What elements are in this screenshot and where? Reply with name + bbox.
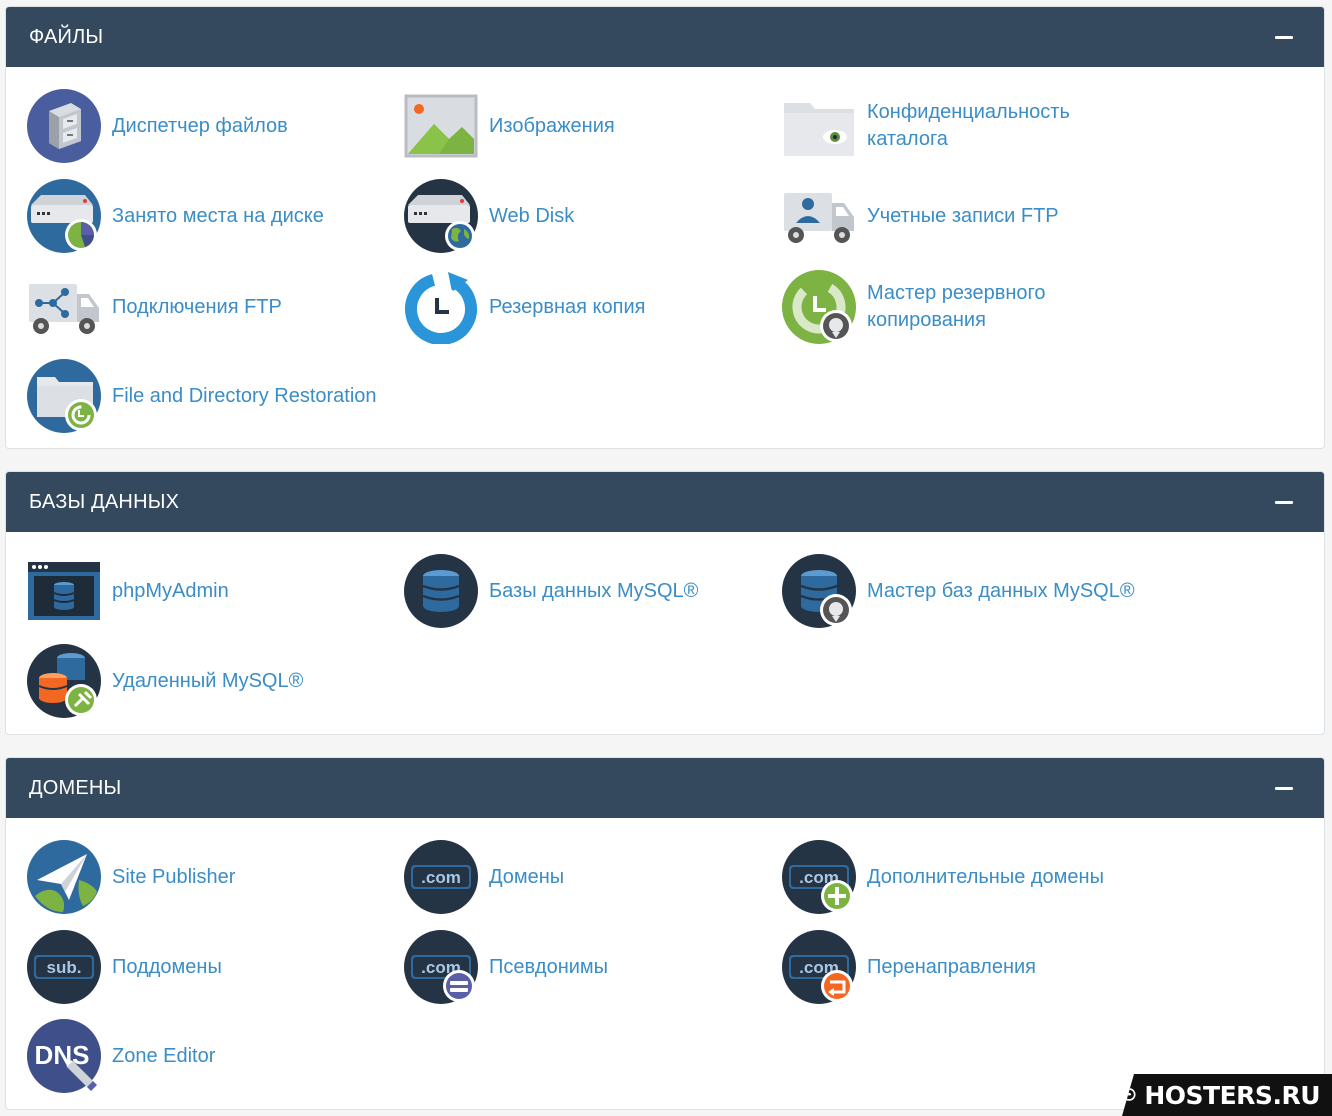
svg-text:.com: .com xyxy=(421,868,461,887)
item-label: phpMyAdmin xyxy=(112,579,229,602)
collapse-button[interactable] xyxy=(1274,27,1294,47)
item-label: Site Publisher xyxy=(112,865,236,888)
panel-title: БАЗЫ ДАННЫХ xyxy=(29,490,180,513)
ftp-connections-link[interactable]: Подключения FTP xyxy=(27,270,282,344)
images-link[interactable]: Изображения xyxy=(404,89,615,163)
phpmyadmin-icon xyxy=(27,554,101,628)
file-restoration-link[interactable]: File and Directory Restoration xyxy=(27,359,377,433)
file-manager-link[interactable]: Диспетчер файлов xyxy=(27,89,288,163)
panel-title: ДОМЕНЫ xyxy=(29,776,122,799)
domains-icon: .com xyxy=(404,840,478,914)
backup-wizard-link[interactable]: Мастер резервного копирования xyxy=(782,270,1087,344)
item-label: Мастер баз данных MySQL® xyxy=(867,579,1135,602)
mysql-wizard-link[interactable]: Мастер баз данных MySQL® xyxy=(782,554,1135,628)
item-label: Базы данных MySQL® xyxy=(489,579,699,602)
zone-editor-icon: DNS xyxy=(27,1019,101,1093)
item-label: Мастер резервного копирования xyxy=(867,282,1046,331)
domains-panel: ДОМЕНЫ Site Publisher .com Домены .com Д… xyxy=(5,757,1325,1110)
addon-domains-icon: .com xyxy=(782,840,856,914)
domains-panel-header[interactable]: ДОМЕНЫ xyxy=(6,758,1324,818)
minus-icon xyxy=(1275,500,1293,504)
site-publisher-link[interactable]: Site Publisher xyxy=(27,840,235,914)
redirects-link[interactable]: .com Перенаправления xyxy=(782,930,1036,1004)
web-disk-icon xyxy=(404,179,478,253)
item-label: Перенаправления xyxy=(867,955,1036,978)
item-label: Конфиденциальность каталога xyxy=(867,101,1070,150)
zone-editor-link[interactable]: DNS Zone Editor xyxy=(27,1019,215,1093)
file-cabinet-icon xyxy=(27,89,101,163)
phpmyadmin-link[interactable]: phpMyAdmin xyxy=(27,554,229,628)
ftp-accounts-icon xyxy=(782,179,856,253)
item-label: Резервная копия xyxy=(489,295,646,318)
subdomains-link[interactable]: sub. Поддомены xyxy=(27,930,222,1004)
remote-mysql-link[interactable]: Удаленный MySQL® xyxy=(27,644,303,718)
item-label: Web Disk xyxy=(489,204,575,227)
subdomains-icon: sub. xyxy=(27,930,101,1004)
folder-eye-icon xyxy=(782,89,856,163)
databases-panel: БАЗЫ ДАННЫХ phpMyAdmin Базы данных MySQL… xyxy=(5,471,1325,735)
item-label: Диспетчер файлов xyxy=(112,114,288,137)
minus-icon xyxy=(1275,786,1293,790)
item-label: Zone Editor xyxy=(112,1044,216,1067)
aliases-link[interactable]: .com Псевдонимы xyxy=(404,930,608,1004)
remote-mysql-icon xyxy=(27,644,101,718)
redirects-icon: .com xyxy=(782,930,856,1004)
backup-icon xyxy=(404,270,478,344)
svg-text:sub.: sub. xyxy=(47,958,82,977)
panel-title: ФАЙЛЫ xyxy=(29,25,104,48)
minus-icon xyxy=(1275,35,1293,39)
item-label: Изображения xyxy=(489,114,615,137)
file-restore-icon xyxy=(27,359,101,433)
aliases-icon: .com xyxy=(404,930,478,1004)
item-label: Занято места на диске xyxy=(112,204,324,227)
files-panel: ФАЙЛЫ Диспетчер файлов Изображения Конфи… xyxy=(5,6,1325,449)
item-label: File and Directory Restoration xyxy=(112,384,377,407)
mysql-databases-icon xyxy=(404,554,478,628)
files-panel-header[interactable]: ФАЙЛЫ xyxy=(6,7,1324,67)
collapse-button[interactable] xyxy=(1274,492,1294,512)
backup-link[interactable]: Резервная копия xyxy=(404,270,645,344)
databases-panel-header[interactable]: БАЗЫ ДАННЫХ xyxy=(6,472,1324,532)
watermark-text: HOSTERS.RU xyxy=(1144,1080,1320,1110)
backup-wizard-icon xyxy=(782,270,856,344)
item-label: Поддомены xyxy=(112,955,222,978)
directory-privacy-link[interactable]: Конфиденциальность каталога xyxy=(782,89,1107,163)
disk-usage-icon xyxy=(27,179,101,253)
image-icon xyxy=(404,89,478,163)
mysql-databases-link[interactable]: Базы данных MySQL® xyxy=(404,554,698,628)
collapse-button[interactable] xyxy=(1274,778,1294,798)
item-label: Псевдонимы xyxy=(489,955,609,978)
item-label: Учетные записи FTP xyxy=(867,204,1059,227)
site-publisher-icon xyxy=(27,840,101,914)
domains-link[interactable]: .com Домены xyxy=(404,840,564,914)
mysql-wizard-icon xyxy=(782,554,856,628)
ftp-connections-icon xyxy=(27,270,101,344)
addon-domains-link[interactable]: .com Дополнительные домены xyxy=(782,840,1104,914)
item-label: Удаленный MySQL® xyxy=(112,669,304,692)
ftp-accounts-link[interactable]: Учетные записи FTP xyxy=(782,179,1059,253)
disk-usage-link[interactable]: Занято места на диске xyxy=(27,179,324,253)
watermark-badge: HOSTERS.RU xyxy=(1122,1074,1332,1116)
svg-text:DNS: DNS xyxy=(35,1040,90,1070)
item-label: Подключения FTP xyxy=(112,295,282,318)
item-label: Домены xyxy=(489,865,565,888)
item-label: Дополнительные домены xyxy=(867,865,1104,888)
web-disk-link[interactable]: Web Disk xyxy=(404,179,574,253)
